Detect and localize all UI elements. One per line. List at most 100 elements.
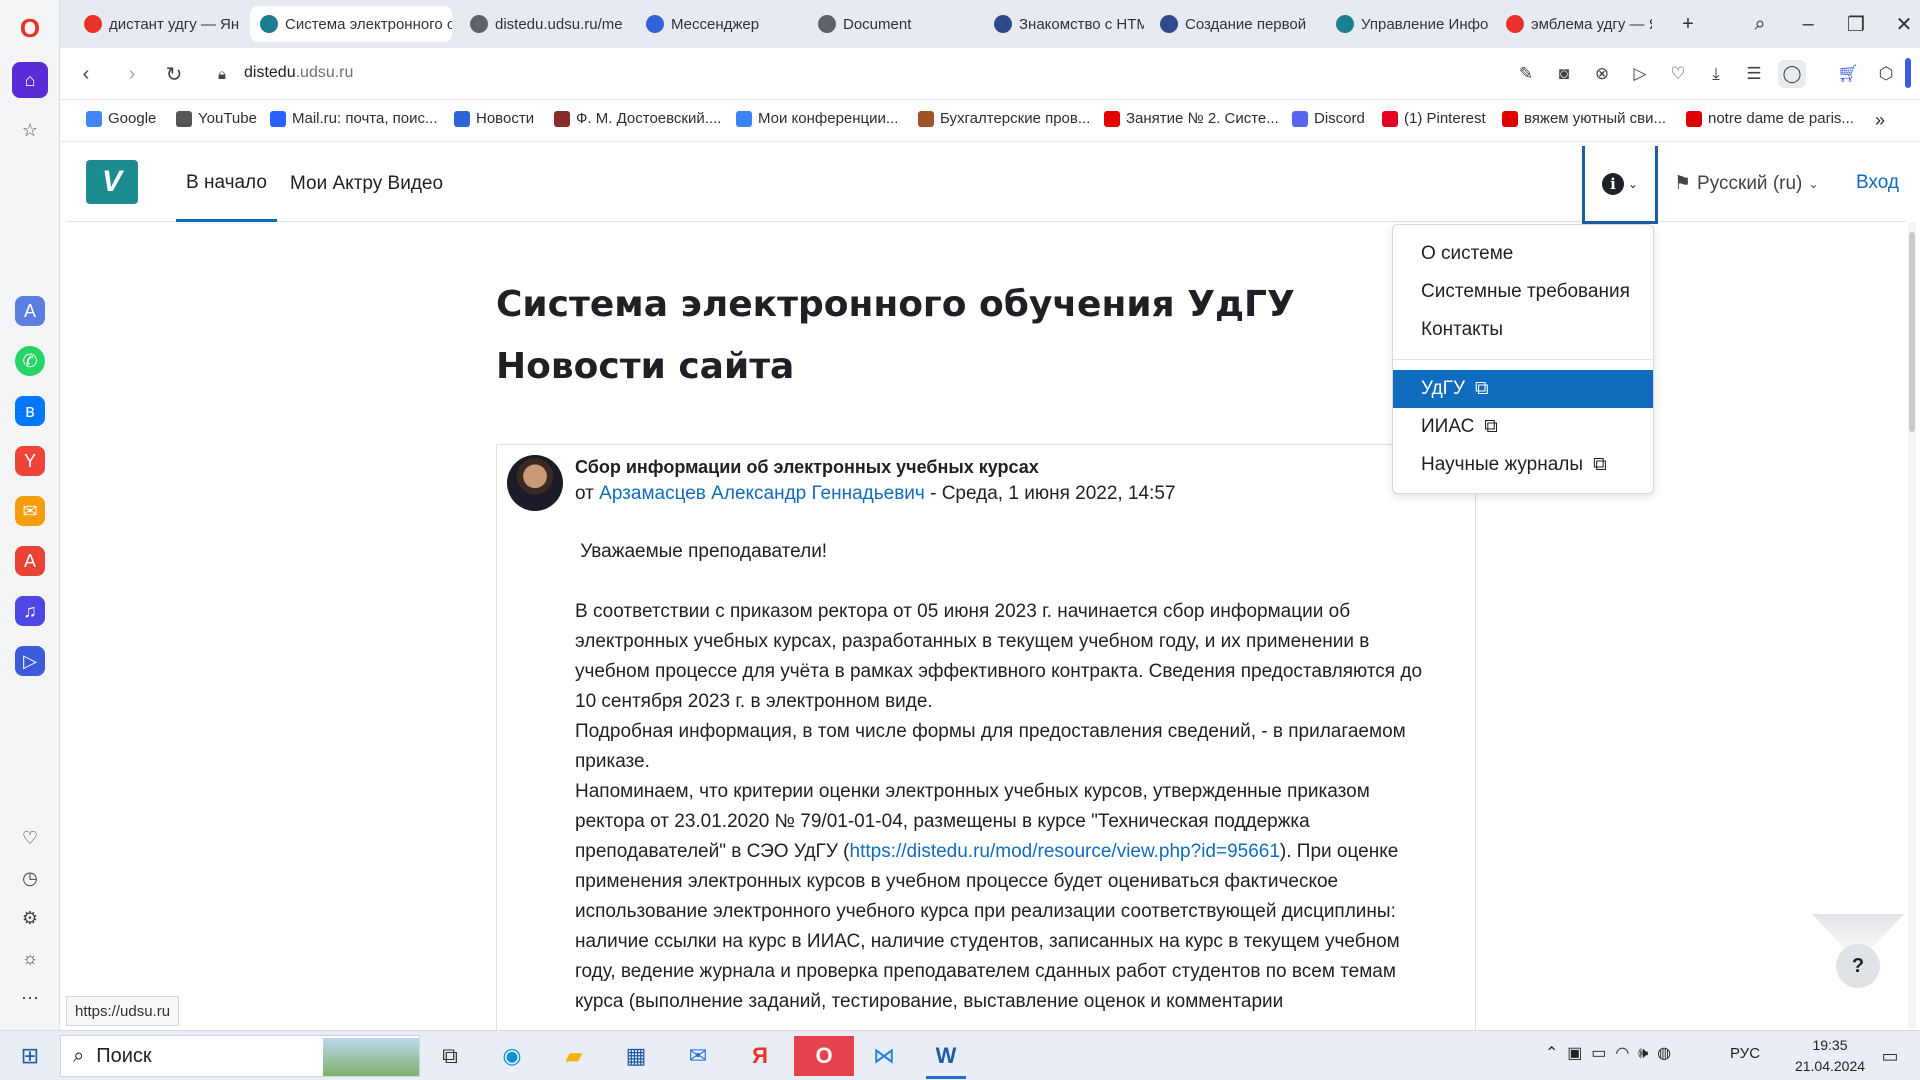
play-icon[interactable]: ▷: [1626, 60, 1654, 88]
menu-item-udsu[interactable]: УдГУ ⧉: [1393, 370, 1653, 408]
login-link[interactable]: Вход: [1856, 172, 1899, 194]
nav-home[interactable]: В начало: [176, 146, 277, 222]
music-player-icon[interactable]: ♫: [15, 596, 45, 626]
settings-icon[interactable]: ⚙: [12, 900, 48, 936]
download-icon[interactable]: ⤓: [1702, 60, 1730, 88]
sidebar-toggle[interactable]: [1905, 58, 1911, 88]
language-label: Русский (ru): [1697, 172, 1803, 194]
bookmark-label: Мои конференции...: [758, 110, 899, 127]
bookmark-item[interactable]: Ф. М. Достоевский....: [554, 110, 721, 127]
back-icon[interactable]: ‹: [72, 60, 100, 88]
bookmark-item[interactable]: Занятие № 2. Систе...: [1104, 110, 1279, 127]
author-avatar[interactable]: [507, 455, 563, 511]
history-icon[interactable]: ◷: [12, 860, 48, 896]
tab[interactable]: Document: [808, 6, 978, 42]
bookmark-item[interactable]: Мои конференции...: [736, 110, 898, 127]
tab[interactable]: Знакомство с HTM: [984, 6, 1144, 42]
forward-icon[interactable]: ›: [118, 60, 146, 88]
adblock-icon[interactable]: ⊗: [1588, 60, 1616, 88]
bookmark-item[interactable]: (1) Pinterest: [1382, 110, 1486, 127]
tab-search-icon[interactable]: ⌕: [1740, 8, 1780, 40]
reload-icon[interactable]: ↻: [160, 60, 188, 88]
bookmark-label: notre dame de paris...: [1708, 110, 1854, 127]
tab[interactable]: Создание первой: [1150, 6, 1320, 42]
close-window-button[interactable]: ✕: [1884, 8, 1920, 40]
language-menu[interactable]: ⚑ Русский (ru) ⌄: [1674, 172, 1818, 195]
task-view-icon[interactable]: ⧉: [426, 1036, 474, 1076]
tab[interactable]: distedu.udsu.ru/me: [460, 6, 630, 42]
page-scrollbar[interactable]: [1908, 222, 1916, 1028]
tab[interactable]: дистант удгу — Ян: [74, 6, 244, 42]
post-meta: от Арзамасцев Александр Геннадьевич - Ср…: [575, 483, 1176, 505]
globe-icon: [470, 15, 488, 33]
file-explorer-icon[interactable]: ▰: [550, 1036, 598, 1076]
tab[interactable]: Система электронного о: [250, 6, 452, 42]
author-link[interactable]: Арзамасцев Александр Геннадьевич: [599, 483, 925, 504]
yandex-browser-icon[interactable]: Я: [736, 1036, 784, 1076]
bookmark-item[interactable]: Новости: [454, 110, 534, 127]
tab[interactable]: Управление Инфо: [1326, 6, 1490, 42]
post-line: Подробная информация, в том числе формы …: [575, 721, 1406, 742]
menu-item-requirements[interactable]: Системные требования: [1393, 273, 1653, 311]
tips-icon[interactable]: ☼: [12, 940, 48, 976]
cart-icon[interactable]: 🛒︎: [1834, 60, 1862, 88]
url-field[interactable]: distedu.udsu.ru: [244, 64, 353, 82]
yandex-sidebar-icon[interactable]: Y: [15, 446, 45, 476]
bookmark-item[interactable]: Discord: [1292, 110, 1365, 127]
profile-icon[interactable]: ◯: [1778, 60, 1806, 88]
bookmark-item[interactable]: Google: [86, 110, 156, 127]
menu-item-contacts[interactable]: Контакты: [1393, 311, 1653, 349]
vscode-icon[interactable]: ⋈: [860, 1036, 908, 1076]
store-icon[interactable]: ▦: [612, 1036, 660, 1076]
whatsapp-icon[interactable]: ✆: [15, 346, 45, 376]
bookmark-item[interactable]: notre dame de paris...: [1686, 110, 1854, 127]
input-language[interactable]: РУС: [1730, 1045, 1760, 1062]
wr-icon: [1160, 15, 1178, 33]
scrollbar-thumb[interactable]: [1909, 232, 1915, 432]
notifications-icon[interactable]: ▭: [1866, 1036, 1914, 1076]
player-icon[interactable]: ▷: [15, 646, 45, 676]
info-menu-button[interactable]: i ⌄: [1582, 146, 1658, 224]
edit-icon[interactable]: ✎: [1512, 60, 1540, 88]
opera-taskbar-icon[interactable]: O: [794, 1036, 854, 1076]
tab[interactable]: Мессенджер: [636, 6, 802, 42]
bookmark-item[interactable]: Бухгалтерские пров...: [918, 110, 1090, 127]
tray-icons[interactable]: ⌃ ▣ ▭ ◠ 🕪︎ ◍: [1545, 1043, 1671, 1063]
opera-logo-icon[interactable]: O: [12, 10, 48, 46]
translate-icon[interactable]: A: [15, 546, 45, 576]
heart-icon[interactable]: ♡: [12, 820, 48, 856]
extensions-icon[interactable]: ⬡: [1872, 60, 1900, 88]
minimize-button[interactable]: –: [1788, 8, 1828, 40]
taskbar-search[interactable]: ⌕ Поиск: [60, 1035, 420, 1077]
pinboard-icon[interactable]: ☆: [12, 112, 48, 148]
post-line: приказе.: [575, 751, 650, 772]
easy-setup-icon[interactable]: ☰: [1740, 60, 1768, 88]
vk-icon[interactable]: в: [15, 396, 45, 426]
windows-start-icon[interactable]: ⊞: [6, 1036, 54, 1076]
bookmark-item[interactable]: Mail.ru: почта, поис...: [270, 110, 438, 127]
opera-sidebar: O ⌂ ☆ A ✆ в Y ✉ A ♫ ▷ ♡ ◷ ⚙ ☼ ⋯: [0, 0, 60, 1030]
maximize-button[interactable]: ❐: [1836, 8, 1876, 40]
edge-icon[interactable]: ◉: [488, 1036, 536, 1076]
menu-item-journals[interactable]: Научные журналы ⧉: [1393, 446, 1653, 484]
resource-link[interactable]: https://distedu.ru/mod/resource/view.php…: [850, 841, 1280, 862]
nav-video[interactable]: Мои Актру Видео: [280, 146, 453, 222]
favorite-icon[interactable]: ♡: [1664, 60, 1692, 88]
mail-sidebar-icon[interactable]: ✉: [15, 496, 45, 526]
mail-icon[interactable]: ✉: [674, 1036, 722, 1076]
aria-icon[interactable]: A: [15, 296, 45, 326]
home-icon[interactable]: ⌂: [12, 62, 48, 98]
help-button[interactable]: ?: [1836, 944, 1880, 988]
bookmark-item[interactable]: вяжем уютный сви...: [1502, 110, 1666, 127]
new-tab-button[interactable]: +: [1668, 8, 1708, 40]
tab[interactable]: эмблема удгу — Ян: [1496, 6, 1652, 42]
bookmarks-more-icon[interactable]: »: [1875, 110, 1885, 131]
word-icon[interactable]: W: [922, 1036, 970, 1076]
clock[interactable]: 19:35 21.04.2024: [1790, 1035, 1870, 1077]
udsu-logo-icon[interactable]: V: [86, 160, 138, 204]
menu-item-about[interactable]: О системе: [1393, 235, 1653, 273]
more-icon[interactable]: ⋯: [12, 980, 48, 1016]
menu-item-iias[interactable]: ИИАС ⧉: [1393, 408, 1653, 446]
snapshot-icon[interactable]: ◙: [1550, 60, 1578, 88]
bookmark-item[interactable]: YouTube: [176, 110, 257, 127]
